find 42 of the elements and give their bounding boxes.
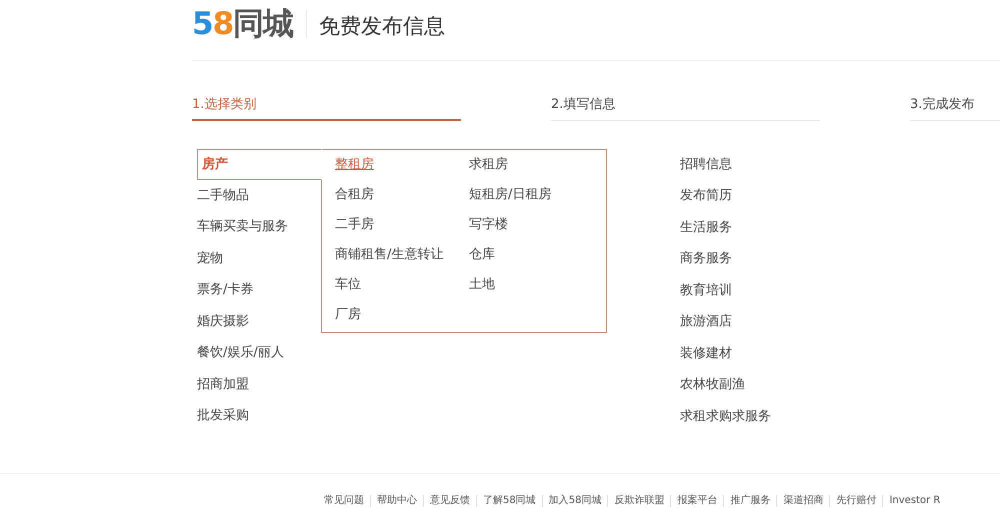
category-item[interactable]: 宠物 bbox=[197, 242, 321, 274]
page-title: 免费发布信息 bbox=[319, 13, 446, 40]
category-item[interactable]: 餐饮/娱乐/丽人 bbox=[197, 337, 321, 368]
footer-link[interactable]: 推广服务 bbox=[723, 495, 776, 507]
footer-link[interactable]: 常见问题 bbox=[318, 495, 370, 507]
subcategory-link[interactable]: 商铺租售/生意转让 bbox=[335, 240, 469, 270]
category-item[interactable]: 旅游酒店 bbox=[680, 306, 771, 338]
category-item[interactable]: 教育培训 bbox=[680, 274, 771, 306]
subcategory-link[interactable]: 二手房 bbox=[335, 210, 469, 240]
subcategory-link[interactable]: 土地 bbox=[469, 270, 606, 300]
subcategory-link[interactable]: 求租房 bbox=[469, 150, 606, 180]
category-item[interactable]: 二手物品 bbox=[197, 180, 321, 211]
footer-link[interactable]: 加入58同城 bbox=[542, 495, 608, 507]
subcategory-link[interactable]: 整租房 bbox=[335, 150, 469, 180]
category-item[interactable]: 房产 bbox=[197, 148, 322, 180]
category-item[interactable]: 批发采购 bbox=[197, 400, 321, 432]
category-item[interactable]: 发布简历 bbox=[680, 180, 771, 212]
footer-link[interactable]: 了解58同城 bbox=[476, 495, 542, 507]
subcategory-link[interactable]: 写字楼 bbox=[469, 210, 606, 240]
category-item[interactable]: 装修建材 bbox=[680, 338, 771, 369]
footer-link[interactable]: 帮助中心 bbox=[370, 495, 423, 507]
category-item[interactable]: 农林牧副渔 bbox=[680, 369, 771, 400]
subcategory-link[interactable]: 短租房/日租房 bbox=[469, 180, 606, 210]
footer-link[interactable]: 意见反馈 bbox=[423, 495, 476, 507]
category-item[interactable]: 招商加盟 bbox=[197, 368, 321, 400]
category-item[interactable]: 车辆买卖与服务 bbox=[197, 211, 321, 242]
subcategory-link[interactable]: 仓库 bbox=[469, 240, 606, 270]
footer-link[interactable]: 报案平台 bbox=[670, 495, 724, 507]
footer-link[interactable]: 先行赔付 bbox=[829, 495, 882, 507]
category-item[interactable]: 招聘信息 bbox=[680, 148, 771, 180]
category-item[interactable]: 票务/卡券 bbox=[197, 274, 321, 306]
footer-link[interactable]: Investor R bbox=[882, 495, 946, 507]
subcategory-link[interactable]: 车位 bbox=[335, 270, 469, 300]
category-item[interactable]: 婚庆摄影 bbox=[197, 306, 321, 337]
category-item[interactable]: 商务服务 bbox=[680, 243, 771, 274]
subcategory-link[interactable]: 厂房 bbox=[335, 300, 469, 330]
logo[interactable]: 58同城 bbox=[192, 8, 294, 40]
footer-link[interactable]: 反欺诈联盟 bbox=[607, 495, 670, 507]
footer-link[interactable]: 渠道招商 bbox=[776, 495, 830, 507]
category-item[interactable]: 求租求购求服务 bbox=[680, 400, 771, 432]
subcategory-link[interactable]: 合租房 bbox=[335, 180, 469, 210]
category-item[interactable]: 生活服务 bbox=[680, 212, 771, 243]
